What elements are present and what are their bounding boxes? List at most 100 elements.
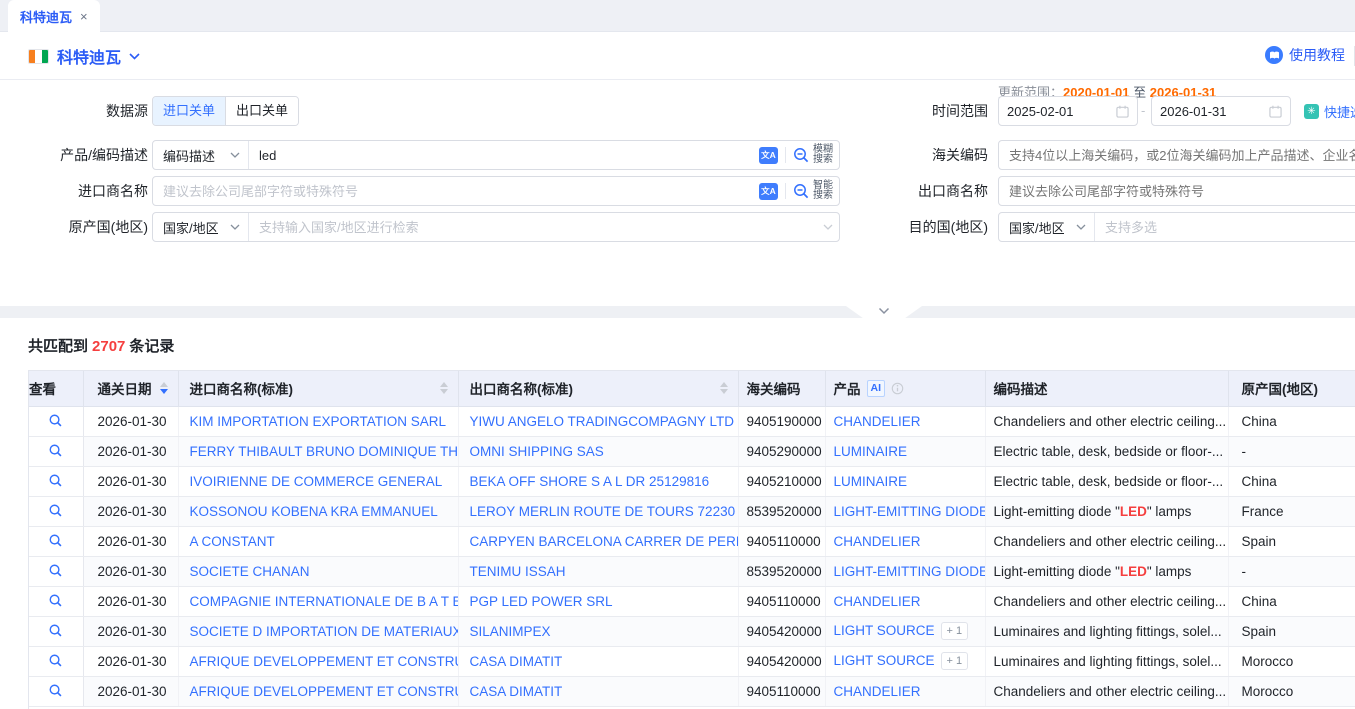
importer-link[interactable]: IVOIRIENNE DE COMMERCE GENERAL [190,474,443,489]
more-products-badge[interactable]: + 1 [941,652,969,670]
view-row-button[interactable] [48,531,63,548]
importer-link[interactable]: SOCIETE CHANAN [190,564,310,579]
importer-link[interactable]: COMPAGNIE INTERNATIONALE DE B A T E R [190,594,459,609]
translate-icon[interactable]: 文A [759,183,778,200]
divider [785,183,786,199]
importer-link[interactable]: AFRIQUE DEVELOPPEMENT ET CONSTRUCT... [190,684,459,699]
product-link[interactable]: LUMINAIRE [834,474,908,489]
calendar-icon[interactable] [1116,105,1129,118]
importer-cell: SOCIETE D IMPORTATION DE MATERIAUX E... [178,616,458,646]
date-end-input[interactable] [1151,96,1291,126]
product-link[interactable]: CHANDELIER [834,684,921,699]
date-cell: 2026-01-30 [83,616,178,646]
date-cell: 2026-01-30 [83,526,178,556]
chevron-down-icon [878,307,890,315]
exporter-link[interactable]: BEKA OFF SHORE S A L DR 25129816 [470,474,710,489]
more-products-badge[interactable]: + 1 [941,622,969,640]
view-row-button[interactable] [48,561,63,578]
importer-link[interactable]: KIM IMPORTATION EXPORTATION SARL [190,414,447,429]
results-panel: 共匹配到2707条记录 查看通关日期进口商名称(标准)出口商名称(标准)海关编码… [0,318,1355,709]
sort-icons[interactable] [720,382,730,394]
hs-code-cell: 8539520000 [738,556,825,586]
destination-type-select[interactable]: 国家/地区 [999,213,1095,241]
importer-link[interactable]: AFRIQUE DEVELOPPEMENT ET CONSTRUCT... [190,654,459,669]
product-link[interactable]: LIGHT SOURCE [834,623,935,638]
view-row-button[interactable] [48,681,63,698]
exporter-link[interactable]: CASA DIMATIT [470,654,563,669]
match-count-number: 2707 [88,338,129,355]
product-input[interactable] [249,148,759,163]
product-link[interactable]: CHANDELIER [834,594,921,609]
exporter-link[interactable]: YIWU ANGELO TRADINGCOMPAGNY LTD [470,414,735,429]
product-type-select[interactable]: 编码描述 [153,141,249,169]
view-row-button[interactable] [48,411,63,428]
smart-search-button[interactable]: 智能搜索 [793,181,833,201]
date-start-input[interactable] [998,96,1138,126]
exporter-input[interactable] [999,184,1355,199]
hs-code-cell: 9405190000 [738,406,825,436]
hs-code-input[interactable] [999,148,1355,163]
origin-country-input[interactable] [249,220,823,235]
hs-code-cell: 9405110000 [738,676,825,706]
quick-select-button[interactable]: ✳ 快捷选 [1304,96,1355,126]
book-icon [1265,46,1283,64]
product-cell: CHANDELIER [825,586,985,616]
exporter-link[interactable]: OMNI SHIPPING SAS [470,444,604,459]
view-row-button[interactable] [48,591,63,608]
exporter-link[interactable]: CARPYEN BARCELONA CARRER DE PERE IV [470,534,739,549]
importer-link[interactable]: A CONSTANT [190,534,275,549]
view-row-button[interactable] [48,471,63,488]
tab-close-icon[interactable]: × [80,10,88,23]
data-source-option[interactable]: 进口关单 [153,97,225,125]
importer-input[interactable] [153,184,759,199]
product-link[interactable]: CHANDELIER [834,534,921,549]
date-end-value[interactable] [1160,104,1269,119]
column-header-origin: 原产国(地区) [1228,371,1355,406]
destination-country-input[interactable] [1095,220,1355,235]
column-header-imp[interactable]: 进口商名称(标准) [178,371,458,406]
view-row-button[interactable] [48,441,63,458]
exporter-link[interactable]: TENIMU ISSAH [470,564,566,579]
date-start-value[interactable] [1007,104,1116,119]
hs-code-cell: 9405110000 [738,586,825,616]
product-link[interactable]: LIGHT-EMITTING DIODE [834,564,986,579]
fuzzy-search-button[interactable]: 模糊搜索 [793,145,833,165]
sort-icons[interactable] [440,382,450,394]
description-cell: Chandeliers and other electric ceiling..… [985,586,1228,616]
calendar-icon[interactable] [1269,105,1282,118]
product-link[interactable]: CHANDELIER [834,414,921,429]
info-icon[interactable] [891,382,904,395]
importer-cell: AFRIQUE DEVELOPPEMENT ET CONSTRUCT... [178,646,458,676]
view-row-button[interactable] [48,501,63,518]
tutorial-button[interactable]: 使用教程 [1265,45,1345,65]
view-row-button[interactable] [48,621,63,638]
date-cell: 2026-01-30 [83,586,178,616]
origin-type-select[interactable]: 国家/地区 [153,213,249,241]
view-cell [29,466,83,496]
product-link[interactable]: LIGHT SOURCE [834,653,935,668]
importer-link[interactable]: KOSSONOU KOBENA KRA EMMANUEL [190,504,438,519]
description-cell: Electric table, desk, bedside or floor-.… [985,466,1228,496]
sort-icons[interactable] [160,382,170,394]
exporter-link[interactable]: SILANIMPEX [470,624,551,639]
search-minus-icon [793,147,810,164]
product-link[interactable]: LUMINAIRE [834,444,908,459]
view-row-button[interactable] [48,651,63,668]
table-row: 2026-01-30KIM IMPORTATION EXPORTATION SA… [29,406,1355,436]
product-cell: LUMINAIRE [825,436,985,466]
column-header-date[interactable]: 通关日期 [83,371,178,406]
country-selector[interactable]: 科特迪瓦 [28,44,140,68]
translate-icon[interactable]: 文A [759,147,778,164]
exporter-link[interactable]: LEROY MERLIN ROUTE DE TOURS 72230 M [470,504,739,519]
importer-cell: KOSSONOU KOBENA KRA EMMANUEL [178,496,458,526]
column-header-exp[interactable]: 出口商名称(标准) [458,371,738,406]
importer-link[interactable]: SOCIETE D IMPORTATION DE MATERIAUX E... [190,624,459,639]
tab-cote-divoire[interactable]: 科特迪瓦 × [8,0,100,32]
exporter-link[interactable]: CASA DIMATIT [470,684,563,699]
data-source-option[interactable]: 出口关单 [225,97,298,125]
importer-link[interactable]: FERRY THIBAULT BRUNO DOMINIQUE THO... [190,444,459,459]
product-link[interactable]: LIGHT-EMITTING DIODE [834,504,986,519]
destination-country-field: 国家/地区 [998,212,1355,242]
exporter-link[interactable]: PGP LED POWER SRL [470,594,613,609]
chevron-down-icon[interactable] [823,224,833,230]
